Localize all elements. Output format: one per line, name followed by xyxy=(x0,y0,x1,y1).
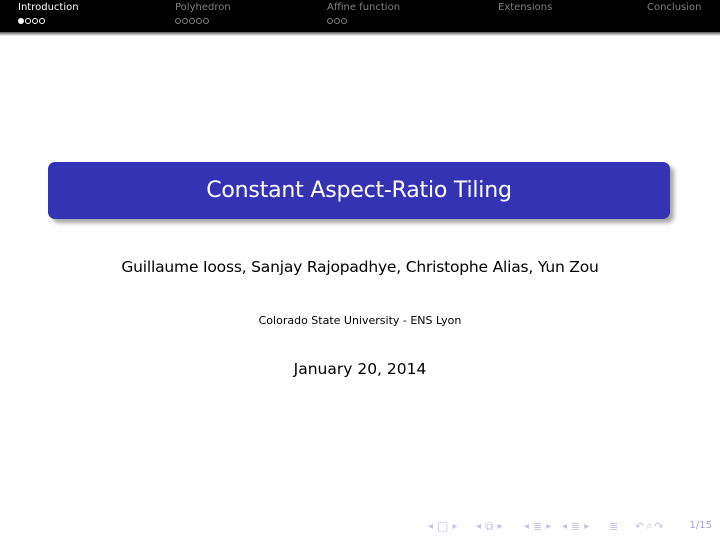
nav-subsection-icon[interactable]: ⧉ xyxy=(485,519,494,534)
nav-search-group: ↶ ⌕ ↷ xyxy=(635,518,664,534)
nav-appendix-icon[interactable]: ≣ xyxy=(609,520,618,533)
nav-appendix-group: ≣ xyxy=(609,518,618,534)
undo-icon[interactable]: ↶ xyxy=(635,520,644,533)
subsection-dots-introduction xyxy=(18,16,45,26)
section-polyhedron[interactable]: Polyhedron xyxy=(175,2,231,14)
nav-left-arrow-icon[interactable]: ◂ xyxy=(524,521,529,532)
subsection-dot[interactable] xyxy=(32,18,38,24)
section-extensions[interactable]: Extensions xyxy=(498,2,552,14)
subsection-dot[interactable] xyxy=(334,18,340,24)
subsection-dots-polyhedron xyxy=(175,16,209,26)
redo-icon[interactable]: ↷ xyxy=(654,520,663,533)
nav-section-icon[interactable]: ≣ xyxy=(533,520,542,533)
subsection-dot[interactable] xyxy=(203,18,209,24)
subsection-dot[interactable] xyxy=(327,18,333,24)
nav-right-arrow-icon[interactable]: ▸ xyxy=(452,521,457,532)
search-icon[interactable]: ⌕ xyxy=(646,519,652,533)
subsection-dot[interactable] xyxy=(182,18,188,24)
nav-right-arrow-icon[interactable]: ▸ xyxy=(584,521,589,532)
title-block: Constant Aspect-Ratio Tiling xyxy=(48,162,670,219)
nav-frame-icon[interactable]: □ xyxy=(437,519,448,533)
headline-shadow xyxy=(0,32,720,36)
subsection-dot[interactable] xyxy=(341,18,347,24)
nav-presentation-group: ◂ ≣ ▸ xyxy=(562,518,589,534)
nav-left-arrow-icon[interactable]: ◂ xyxy=(428,521,433,532)
nav-left-arrow-icon[interactable]: ◂ xyxy=(476,521,481,532)
headline-bar: Introduction Polyhedron Affine function … xyxy=(0,0,720,32)
nav-right-arrow-icon[interactable]: ▸ xyxy=(546,521,551,532)
slide-title: Constant Aspect-Ratio Tiling xyxy=(206,178,512,203)
nav-left-arrow-icon[interactable]: ◂ xyxy=(562,521,567,532)
nav-frame-group: ◂ □ ▸ xyxy=(428,518,457,534)
slide-institute: Colorado State University - ENS Lyon xyxy=(258,314,462,327)
slide-authors: Guillaume Iooss, Sanjay Rajopadhye, Chri… xyxy=(121,258,599,276)
subsection-dot[interactable] xyxy=(189,18,195,24)
section-conclusion[interactable]: Conclusion xyxy=(647,2,702,14)
nav-subsection-group: ◂ ⧉ ▸ xyxy=(476,518,503,534)
subsection-dot[interactable] xyxy=(25,18,31,24)
subsection-dot[interactable] xyxy=(175,18,181,24)
subsection-dot-current[interactable] xyxy=(18,18,24,24)
section-introduction[interactable]: Introduction xyxy=(18,2,79,14)
page-number: 1/15 xyxy=(689,520,712,531)
subsection-dot[interactable] xyxy=(39,18,45,24)
subsection-dot[interactable] xyxy=(196,18,202,24)
section-affine-function[interactable]: Affine function xyxy=(327,2,400,14)
slide-date: January 20, 2014 xyxy=(293,360,427,378)
nav-presentation-icon[interactable]: ≣ xyxy=(571,520,580,533)
subsection-dots-affine-function xyxy=(327,16,347,26)
nav-right-arrow-icon[interactable]: ▸ xyxy=(498,521,503,532)
nav-section-group: ◂ ≣ ▸ xyxy=(524,518,551,534)
